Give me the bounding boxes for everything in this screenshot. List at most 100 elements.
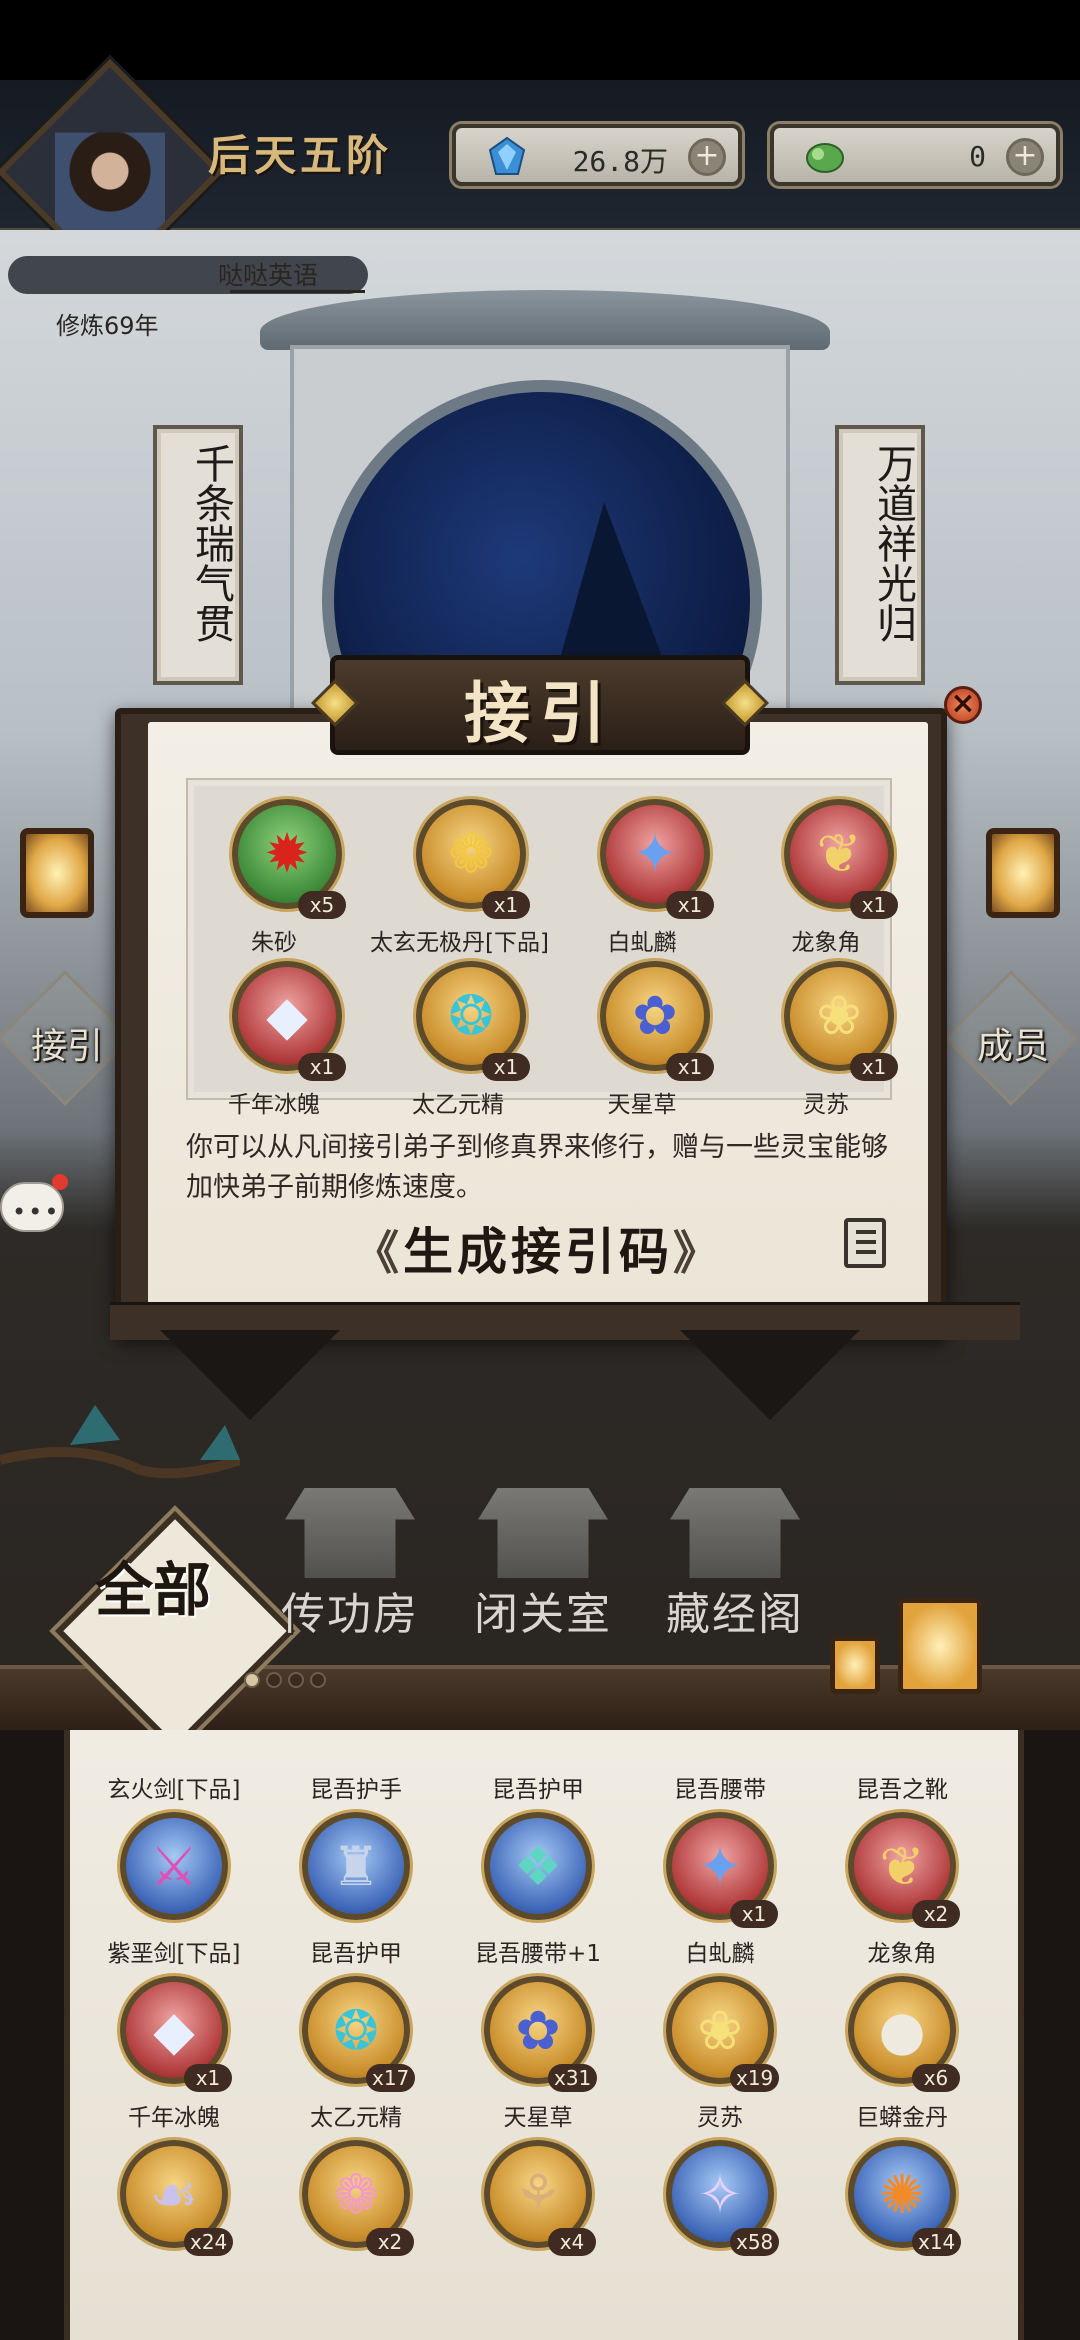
- spirit-stone-value: 26.8万: [572, 145, 668, 178]
- inventory-item[interactable]: ⚘ x4: [448, 2136, 628, 2300]
- inventory-item[interactable]: ❀ x19 灵苏: [630, 1972, 810, 2136]
- chat-icon: •••: [12, 1198, 61, 1226]
- reward-item[interactable]: ❂ x1 太乙元精: [370, 957, 546, 1118]
- lantern-left: [20, 828, 94, 918]
- members-side-button[interactable]: 成员: [943, 970, 1079, 1106]
- inventory-item[interactable]: ⚔ 紫垩剑[下品]: [84, 1808, 264, 1972]
- spirit-stone-icon: [488, 136, 526, 175]
- item-label: 昆吾之靴: [856, 1777, 948, 1803]
- add-spirit-stone-button[interactable]: +: [688, 138, 726, 176]
- quantity-badge: x14: [912, 2228, 962, 2256]
- item-glyph: ✹: [264, 822, 310, 885]
- quantity-badge: x1: [666, 1053, 714, 1081]
- status-bar: [0, 0, 1080, 80]
- tab-seclusion-room[interactable]: 闭关室: [448, 1480, 638, 1640]
- inventory-item[interactable]: ✧ x58: [630, 2136, 810, 2300]
- item-label: 太乙元精: [412, 1092, 504, 1118]
- quantity-badge: x1: [850, 891, 898, 919]
- item-glyph: ❖: [513, 1835, 563, 1898]
- item-label: 朱砂: [251, 930, 297, 956]
- jade-coin-icon: [806, 143, 844, 173]
- dialog-title: 接引: [464, 674, 616, 752]
- jade-coin-counter: 0 +: [770, 124, 1060, 186]
- belt-icon: ❖: [484, 1812, 592, 1920]
- item-label: 紫垩剑[下品]: [107, 1941, 241, 1967]
- quantity-badge: x1: [850, 1053, 898, 1081]
- generate-code-button[interactable]: 《生成接引码》: [348, 1212, 728, 1281]
- inventory-item[interactable]: ◆ x1 千年冰魄: [84, 1972, 264, 2136]
- item-label: 天星草: [607, 1092, 677, 1118]
- item-label: 昆吾护甲: [492, 1777, 584, 1803]
- item-label: 昆吾护甲: [310, 1941, 402, 1967]
- quantity-badge: x17: [366, 2064, 416, 2092]
- quantity-badge: x1: [184, 2064, 232, 2092]
- inventory-item[interactable]: ✺ x14: [812, 2136, 992, 2300]
- quantity-badge: x1: [298, 1053, 346, 1081]
- item-glyph: ❁: [448, 822, 494, 885]
- item-label: 昆吾护手: [310, 1777, 402, 1803]
- inventory-side-left: [0, 1730, 64, 2340]
- reward-item[interactable]: ✿ x1 天星草: [554, 957, 730, 1118]
- inventory-item[interactable]: ● x6 巨蟒金丹: [812, 1972, 992, 2136]
- list-icon[interactable]: [844, 1218, 886, 1268]
- item-glyph: ✿: [632, 984, 678, 1047]
- item-label: 白虬麟: [607, 930, 677, 956]
- player-name: 哒哒英语: [218, 261, 319, 290]
- dialog-description: 你可以从凡间接引弟子到修真界来修行，赠与一些灵宝能够加快弟子前期修炼速度。: [186, 1132, 888, 1203]
- purple-sword-icon: ⚔: [120, 1812, 228, 1920]
- quantity-badge: x19: [730, 2064, 780, 2092]
- reward-item[interactable]: ❦ x1 龙象角: [738, 795, 914, 956]
- tab-all-label: 全部: [95, 1556, 212, 1624]
- item-label: 昆吾腰带: [674, 1777, 766, 1803]
- reward-item[interactable]: ❀ x1 灵苏: [738, 957, 914, 1118]
- item-label: 白虬麟: [685, 1941, 755, 1967]
- item-label: 太乙元精: [310, 2105, 402, 2131]
- page-indicator: [244, 1672, 332, 1692]
- quantity-badge: x24: [184, 2228, 234, 2256]
- inventory-item[interactable]: ❂ x17 太乙元精: [266, 1972, 446, 2136]
- reward-item[interactable]: ✦ x1 白虬麟: [554, 795, 730, 956]
- ginkgo-branch-decor: [0, 1405, 240, 1479]
- item-label: 龙象角: [791, 930, 861, 956]
- quantity-badge: x4: [548, 2228, 596, 2256]
- quantity-badge: x1: [482, 891, 530, 919]
- item-label: 玄火剑[下品]: [107, 1777, 241, 1803]
- quantity-badge: x2: [366, 2228, 414, 2256]
- item-label: 千年冰魄: [128, 2105, 220, 2131]
- inventory-side-right: [1024, 1730, 1080, 2340]
- item-label: 天星草: [503, 2105, 573, 2131]
- quantity-badge: x1: [666, 891, 714, 919]
- reward-item[interactable]: ✹ x5 朱砂: [186, 795, 362, 956]
- inventory-item[interactable]: ❁ x2: [266, 2136, 446, 2300]
- item-label: 龙象角: [867, 1941, 937, 1967]
- lantern-small: [830, 1636, 880, 1694]
- generate-code-label: 生成接引码: [403, 1222, 673, 1281]
- item-label: 灵苏: [697, 2105, 743, 2131]
- quantity-badge: x1: [730, 1900, 778, 1928]
- quantity-badge: x58: [730, 2228, 780, 2256]
- inventory-item[interactable]: ✿ x31 天星草: [448, 1972, 628, 2136]
- add-jade-coin-button[interactable]: +: [1006, 138, 1044, 176]
- recruit-side-button[interactable]: 接引: [0, 970, 133, 1106]
- inventory-item[interactable]: ♜ 昆吾护甲: [266, 1808, 446, 1972]
- tab-training-room[interactable]: 传功房: [255, 1480, 445, 1640]
- inventory-item[interactable]: ❦ x2 龙象角: [812, 1808, 992, 1972]
- chat-button[interactable]: •••: [0, 1174, 68, 1232]
- tab-library[interactable]: 藏经阁: [640, 1480, 830, 1640]
- item-glyph: ❂: [448, 984, 494, 1047]
- couplet-right: 万道祥光归: [835, 425, 925, 685]
- quantity-badge: x2: [912, 1900, 960, 1928]
- reward-item[interactable]: ◆ x1 千年冰魄: [186, 957, 362, 1118]
- item-label: 灵苏: [803, 1092, 849, 1118]
- item-glyph: ◆: [266, 984, 308, 1047]
- spirit-stone-counter: 26.8万 +: [452, 124, 742, 186]
- inventory-item[interactable]: ☙ x24: [84, 2136, 264, 2300]
- building-icon: [478, 1488, 608, 1578]
- inventory-item[interactable]: ❖ 昆吾腰带+1: [448, 1808, 628, 1972]
- cultivation-years: 修炼69年: [56, 312, 159, 340]
- inventory-item[interactable]: ✦ x1 白虬麟: [630, 1808, 810, 1972]
- notification-dot: [52, 1174, 68, 1190]
- close-button[interactable]: ×: [944, 686, 982, 724]
- lantern-large: [898, 1598, 982, 1694]
- reward-item[interactable]: ❁ x1 太玄无极丹[下品]: [370, 795, 549, 956]
